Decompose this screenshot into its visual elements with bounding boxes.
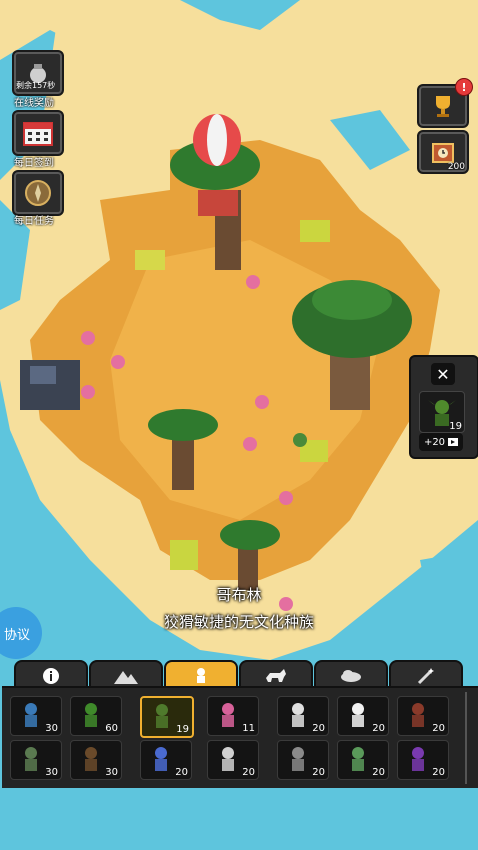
add-units-label: +20 [423,436,446,448]
unit-count: 30 [45,767,58,778]
magic-wand-icon [417,668,434,685]
mountain-icon [114,671,138,684]
daily-task-label: 每日任务 [14,216,54,227]
daily-checkin-button[interactable] [12,110,64,156]
unit-count: 20 [312,767,325,778]
unit-count: 20 [432,767,445,778]
unit-count: 19 [176,724,189,735]
selected-unit-count: 19 [449,421,462,432]
unit-count: 11 [242,723,255,734]
unit-count: 20 [432,723,445,734]
unit-slot-necromancer[interactable]: 20 [397,740,449,780]
info-icon [43,668,59,684]
unit-description-caption: 狡猾敏捷的无文化种族 [163,613,314,631]
trophy-icon [436,96,450,117]
unit-slot-orc[interactable]: 30 [10,740,62,780]
creature-icon [197,668,205,683]
unit-slot-ghost[interactable]: 20 [337,696,389,736]
video-ad-icon [448,438,459,446]
unit-count: 20 [372,767,385,778]
trophy-badge: ! [455,78,473,96]
unit-count: 20 [242,767,255,778]
category-tabs [14,660,476,690]
timed-chest-count: 200 [447,162,465,172]
unit-tray: 30 60 19 11 20 20 20 30 30 20 20 20 20 20 [2,686,478,788]
unit-slot-fairy[interactable]: 11 [207,696,259,736]
unit-slot-wizard[interactable]: 20 [207,740,259,780]
unit-slot-goblin[interactable]: 19 [140,696,194,738]
cloud-icon [341,670,361,682]
unit-count: 60 [105,723,118,734]
unit-slot-bandit[interactable]: 20 [397,696,449,736]
unit-count: 20 [372,723,385,734]
unit-slot-elf[interactable]: 60 [70,696,122,736]
online-reward-button[interactable]: 剩余157秒 [12,50,64,96]
selected-unit-slot[interactable]: 19 [419,391,465,433]
unit-count: 30 [105,767,118,778]
close-button[interactable]: ✕ [431,363,455,385]
unit-slot-human[interactable]: 30 [10,696,62,736]
wolf-icon [266,669,286,682]
daily-checkin-label: 每日签到 [14,158,54,169]
unit-slot-lizardman[interactable]: 20 [140,740,192,780]
unit-slot-zombie[interactable]: 20 [337,740,389,780]
unit-name-caption: 哥布林 [216,586,262,604]
online-reward-timer: 剩余157秒 [16,81,56,90]
unit-slot-dwarf[interactable]: 30 [70,740,122,780]
tray-divider [465,692,467,784]
unit-count: 20 [312,723,325,734]
add-units-button[interactable]: +20 [419,433,463,451]
compass-icon [25,180,51,206]
unit-slot-rock-golem[interactable]: 20 [277,740,329,780]
selected-unit-panel: ✕ 19 +20 [409,355,478,459]
unit-slot-skeleton[interactable]: 20 [277,696,329,736]
daily-task-button[interactable] [12,170,64,216]
online-reward-label: 在线奖励 [14,98,54,109]
timed-chest-button[interactable]: 200 [417,130,469,174]
calendar-icon [23,122,53,146]
unit-count: 30 [45,723,58,734]
unit-count: 20 [175,767,188,778]
trophy-button[interactable]: ! [417,78,473,128]
